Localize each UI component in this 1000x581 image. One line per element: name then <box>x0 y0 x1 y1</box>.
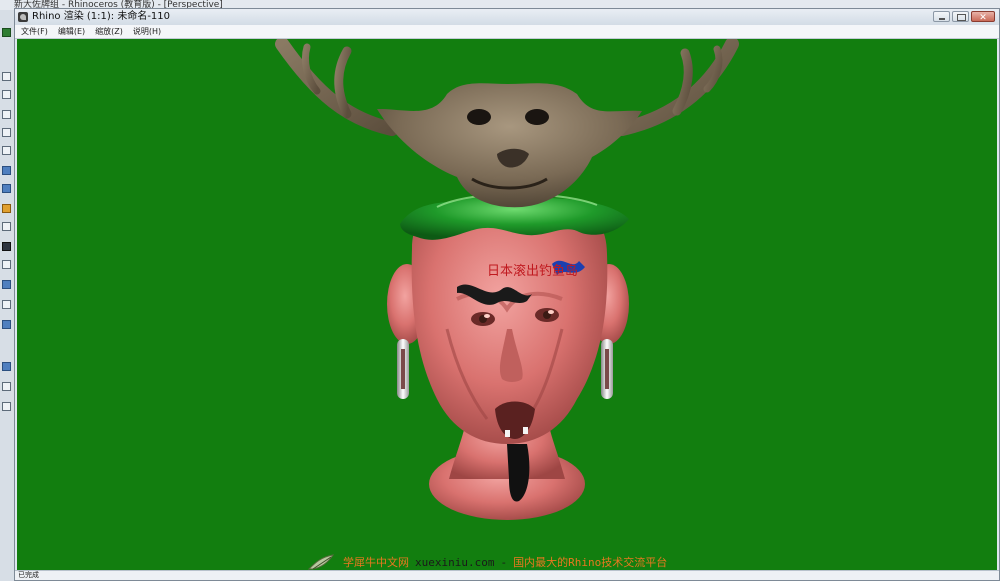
mesh-tool-icon[interactable] <box>2 280 11 289</box>
dimension-tool-icon[interactable] <box>2 382 11 391</box>
head <box>387 199 629 502</box>
minimize-icon <box>939 18 945 20</box>
creature-mask <box>377 83 642 208</box>
surface-tool-icon[interactable] <box>2 166 11 175</box>
viewport-thumbnail-icon[interactable] <box>2 28 11 37</box>
rotate-tool-icon[interactable] <box>2 222 11 231</box>
boolean-tool-icon[interactable] <box>2 242 11 251</box>
ellipse-tool-icon[interactable] <box>2 146 11 155</box>
analyze-tool-icon[interactable] <box>2 402 11 411</box>
menu-zoom[interactable]: 缩放(Z) <box>95 25 123 38</box>
watermark: 学犀牛中文网 xuexiniu.com - 国内最大的Rhino技术交流平台 <box>307 553 667 571</box>
render-window-title: Rhino 渲染 (1:1): 未命名-110 <box>32 11 171 22</box>
close-button[interactable]: ✕ <box>971 11 995 23</box>
minimize-button[interactable] <box>933 11 950 22</box>
rendered-head-model: 日本滚出钓鱼岛 <box>275 39 739 520</box>
render-window-titlebar[interactable]: Rhino 渲染 (1:1): 未命名-110 ✕ <box>15 9 999 25</box>
menu-file[interactable]: 文件(F) <box>21 25 48 38</box>
grid-tool-icon[interactable] <box>2 300 11 309</box>
render-viewport[interactable]: 日本滚出钓鱼岛 学犀牛中文网 xuexiniu.com - 国内最大的Rhino… <box>17 39 997 573</box>
rhino-app-icon <box>18 12 28 22</box>
left-earring <box>397 339 409 399</box>
menu-edit[interactable]: 编辑(E) <box>58 25 85 38</box>
window-controls: ✕ <box>933 11 995 23</box>
forehead-text: 日本滚出钓鱼岛 <box>487 263 578 279</box>
watermark-slogan: 国内最大的Rhino技术交流平台 <box>513 556 668 569</box>
render-tool-icon[interactable] <box>2 362 11 371</box>
curve-tool-icon[interactable] <box>2 90 11 99</box>
circle-tool-icon[interactable] <box>2 110 11 119</box>
watermark-dash: - <box>500 555 508 569</box>
status-text: 已完成 <box>18 571 39 579</box>
menu-help[interactable]: 说明(H) <box>133 25 161 38</box>
maximize-button[interactable] <box>952 11 969 22</box>
watermark-site: 学犀牛中文网 <box>343 556 409 569</box>
leaf-logo-icon <box>307 554 335 570</box>
maximize-icon <box>957 14 966 21</box>
arc-tool-icon[interactable] <box>2 128 11 137</box>
cylinder-tool-icon[interactable] <box>2 320 11 329</box>
status-bar: 已完成 <box>15 570 999 580</box>
menu-bar: 文件(F) 编辑(E) 缩放(Z) 说明(H) <box>15 25 999 39</box>
box-tool-icon[interactable] <box>2 184 11 193</box>
close-icon: ✕ <box>979 13 987 23</box>
fillet-tool-icon[interactable] <box>2 260 11 269</box>
right-earring <box>601 339 613 399</box>
watermark-url: xuexiniu.com <box>415 555 495 569</box>
select-tool-icon[interactable] <box>2 72 11 81</box>
background-toolbar <box>0 10 15 581</box>
transform-tool-icon[interactable] <box>2 204 11 213</box>
render-window: Rhino 渲染 (1:1): 未命名-110 ✕ 文件(F) 编辑(E) 缩放… <box>14 8 1000 581</box>
